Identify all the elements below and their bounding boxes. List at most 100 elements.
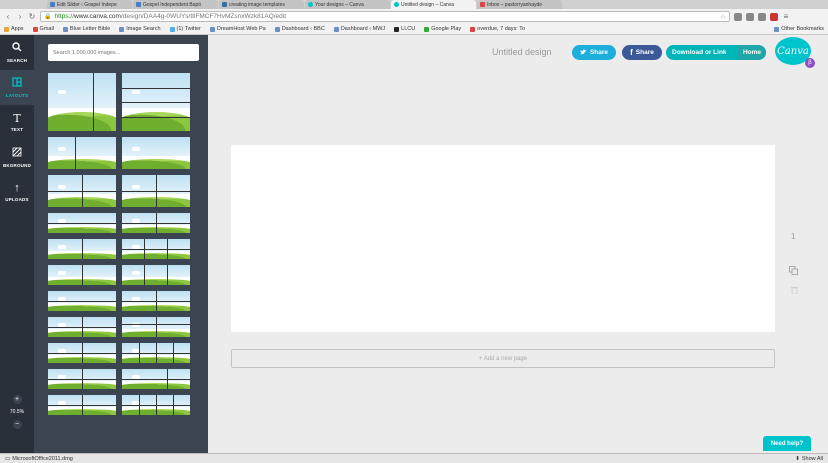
nav-search[interactable]: SEARCH (0, 35, 34, 70)
file-icon: ▭ (5, 455, 11, 462)
page-icon (62, 26, 68, 32)
show-all-downloads[interactable]: ⬇ Show All (795, 456, 823, 462)
layout-template[interactable] (122, 213, 190, 233)
reload-icon[interactable]: ↻ (28, 12, 36, 21)
bookmark-item[interactable]: Image Search (119, 26, 161, 32)
download-button[interactable]: Download or Link Home (666, 45, 766, 60)
layout-template[interactable] (48, 213, 116, 233)
add-page-button[interactable]: + Add a new page (231, 349, 775, 368)
bookmark-item[interactable]: DreamHost Web Pa (209, 26, 266, 32)
bookmark-label: overdue, 7 days: To (477, 26, 526, 32)
nav-text[interactable]: T TEXT (0, 105, 34, 140)
url-protocol: https:// (54, 13, 74, 20)
layout-template[interactable] (48, 291, 116, 311)
downloads-bar: ▭ MicrosoftOffice2011.dmg ⬇ Show All (0, 453, 828, 463)
layout-template[interactable] (122, 137, 190, 169)
extension-icon[interactable] (758, 12, 766, 21)
need-help-button[interactable]: Need help? (763, 436, 811, 451)
layout-template[interactable] (122, 369, 190, 389)
layout-template[interactable] (122, 291, 190, 311)
bookmark-item[interactable]: LLCU (394, 26, 415, 32)
bookmark-label: Google Play (431, 26, 462, 32)
design-canvas[interactable] (231, 145, 775, 332)
nav-background[interactable]: BKGROUND (0, 140, 34, 175)
google-icon (222, 2, 227, 7)
layout-template[interactable] (48, 137, 116, 169)
extension-icon[interactable] (746, 12, 754, 21)
bookmark-item[interactable]: Gmail (32, 26, 54, 32)
layout-template[interactable] (122, 265, 190, 285)
copy-page-icon[interactable] (789, 266, 798, 277)
page-icon (274, 26, 280, 32)
template-cloud (58, 271, 66, 275)
template-divider (48, 191, 116, 192)
canva-icon (308, 2, 313, 7)
template-divider (156, 317, 157, 337)
nav-layouts[interactable]: LAYOUTS (0, 70, 34, 105)
menu-icon[interactable]: ≡ (782, 12, 790, 21)
zoom-controls: + 70.5% − (0, 395, 34, 429)
layout-template[interactable] (122, 175, 190, 207)
template-divider (82, 265, 83, 285)
bookmarks-bar: Apps Gmail Blue Letter Bible Image Searc… (0, 24, 828, 35)
extension-icon[interactable] (770, 12, 778, 21)
layout-template[interactable] (122, 395, 190, 415)
bookmark-item[interactable]: Blue Letter Bible (62, 26, 110, 32)
bookmark-item[interactable]: Google Play (424, 26, 461, 32)
image-search-input[interactable] (48, 44, 199, 61)
zoom-in-button[interactable]: + (12, 395, 22, 404)
template-divider (122, 191, 190, 192)
facebook-share-button[interactable]: f Share (622, 45, 662, 60)
bookmark-item[interactable]: Apps (4, 26, 24, 32)
nav-uploads[interactable]: ↑ UPLOADS (0, 175, 34, 210)
forward-icon[interactable]: › (16, 12, 24, 21)
layout-template[interactable] (48, 395, 116, 415)
address-bar[interactable]: 🔒 https://www.canva.com/design/DAA4g-0WU… (40, 11, 730, 22)
browser-tab[interactable]: Your designs – Canva (305, 0, 390, 9)
bookmark-item[interactable]: Dashboard ‹ BBC (274, 26, 325, 32)
other-bookmarks[interactable]: Other Bookmarks (774, 26, 824, 32)
layout-template[interactable] (48, 175, 116, 207)
layout-template[interactable] (122, 239, 190, 259)
home-button[interactable]: Home (738, 45, 766, 60)
nav-label: TEXT (10, 127, 24, 132)
browser-tab[interactable]: Inbox – pastorryanhayde (477, 0, 562, 9)
page-icon (394, 26, 400, 32)
browser-tab[interactable]: Edit Slider ‹ Gospel Indepe (47, 0, 132, 9)
bookmark-item[interactable]: Dashboard ‹ MWJ (333, 26, 385, 32)
bookmark-item[interactable]: overdue, 7 days: To (470, 26, 525, 32)
template-cloud (132, 90, 140, 94)
bookmark-item[interactable]: (1) Twitter (169, 26, 201, 32)
layout-template[interactable] (48, 369, 116, 389)
document-title[interactable]: Untitled design (492, 47, 552, 57)
star-icon[interactable]: ☆ (720, 13, 726, 21)
template-hill (48, 226, 116, 233)
layout-template[interactable] (122, 317, 190, 337)
layout-grid (48, 73, 193, 415)
template-divider (144, 265, 146, 285)
zoom-out-button[interactable]: − (12, 420, 22, 429)
delete-page-icon[interactable] (791, 286, 798, 296)
twitter-icon (579, 49, 587, 57)
template-hill (48, 304, 116, 311)
url-path: /design/DAA4g-0WUYs/ttlFMCF7HvMZsnxWzk81… (120, 13, 287, 20)
browser-tab[interactable]: creating image templates (219, 0, 304, 9)
browser-tab-active[interactable]: Untitled design – Canva (391, 0, 476, 9)
layout-template[interactable] (48, 239, 116, 259)
extension-icon[interactable] (734, 12, 742, 21)
layout-template[interactable] (48, 317, 116, 337)
template-divider (166, 265, 168, 285)
share-button[interactable]: Share (572, 45, 616, 60)
browser-toolbar: ‹ › ↻ 🔒 https://www.canva.com/design/DAA… (0, 9, 828, 24)
canva-app: SEARCH LAYOUTS T TEXT BKGROUND ↑ UPLOADS… (0, 35, 828, 453)
browser-tab[interactable]: Gospel Independent Bapti (133, 0, 218, 9)
nav-label: BKGROUND (2, 163, 32, 168)
download-item[interactable]: ▭ MicrosoftOffice2011.dmg (5, 456, 73, 462)
template-divider (122, 301, 190, 302)
back-icon[interactable]: ‹ (4, 12, 12, 21)
layout-template[interactable] (122, 73, 190, 131)
layout-template[interactable] (48, 265, 116, 285)
layout-template[interactable] (122, 343, 190, 363)
layout-template[interactable] (48, 343, 116, 363)
layout-template[interactable] (48, 73, 116, 131)
